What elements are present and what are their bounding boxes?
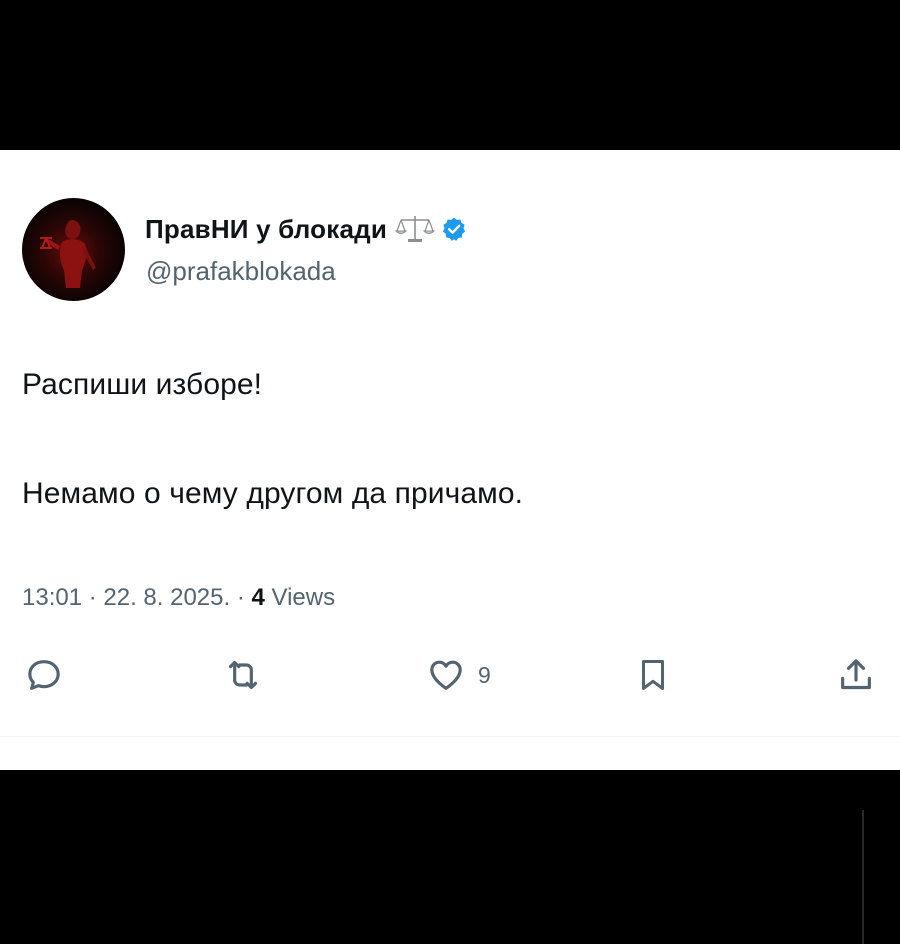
tweet-meta: 13:01 · 22. 8. 2025. · 4 Views <box>22 584 335 612</box>
tweet-card[interactable]: ПравНИ у блокади @prafakblokada Распиши … <box>0 150 900 770</box>
display-name[interactable]: ПравНИ у блокади <box>145 214 387 245</box>
bookmark-button[interactable] <box>634 650 672 700</box>
tweet-text-line-2: Немамо о чему другом да причамо. <box>22 477 524 510</box>
retweet-button[interactable] <box>222 650 264 700</box>
like-count: 9 <box>478 661 491 688</box>
screenshot-frame: ПравНИ у блокади @prafakblokada Распиши … <box>0 0 900 944</box>
action-bar: 9 <box>0 650 900 700</box>
bookmark-icon <box>641 660 665 690</box>
avatar[interactable] <box>22 198 125 301</box>
timestamp[interactable]: 13:01 · 22. 8. 2025. · <box>22 584 252 611</box>
user-handle[interactable]: @prafakblokada <box>146 256 336 287</box>
view-count: 4 <box>251 584 265 611</box>
like-button[interactable]: 9 <box>426 650 491 700</box>
heart-icon <box>430 660 462 690</box>
balance-scale-icon <box>395 216 436 242</box>
views-label: Views <box>264 584 336 611</box>
tweet-text-line-1: Распиши изборе! <box>22 368 263 401</box>
reply-button[interactable] <box>24 650 64 700</box>
reply-icon <box>28 660 60 690</box>
divider <box>0 736 900 737</box>
share-icon <box>841 659 871 690</box>
edge-artifact <box>862 810 864 944</box>
display-name-row: ПравНИ у блокади <box>145 212 467 246</box>
share-button[interactable] <box>836 650 876 700</box>
verified-badge-icon <box>442 217 466 241</box>
retweet-icon <box>228 660 258 690</box>
